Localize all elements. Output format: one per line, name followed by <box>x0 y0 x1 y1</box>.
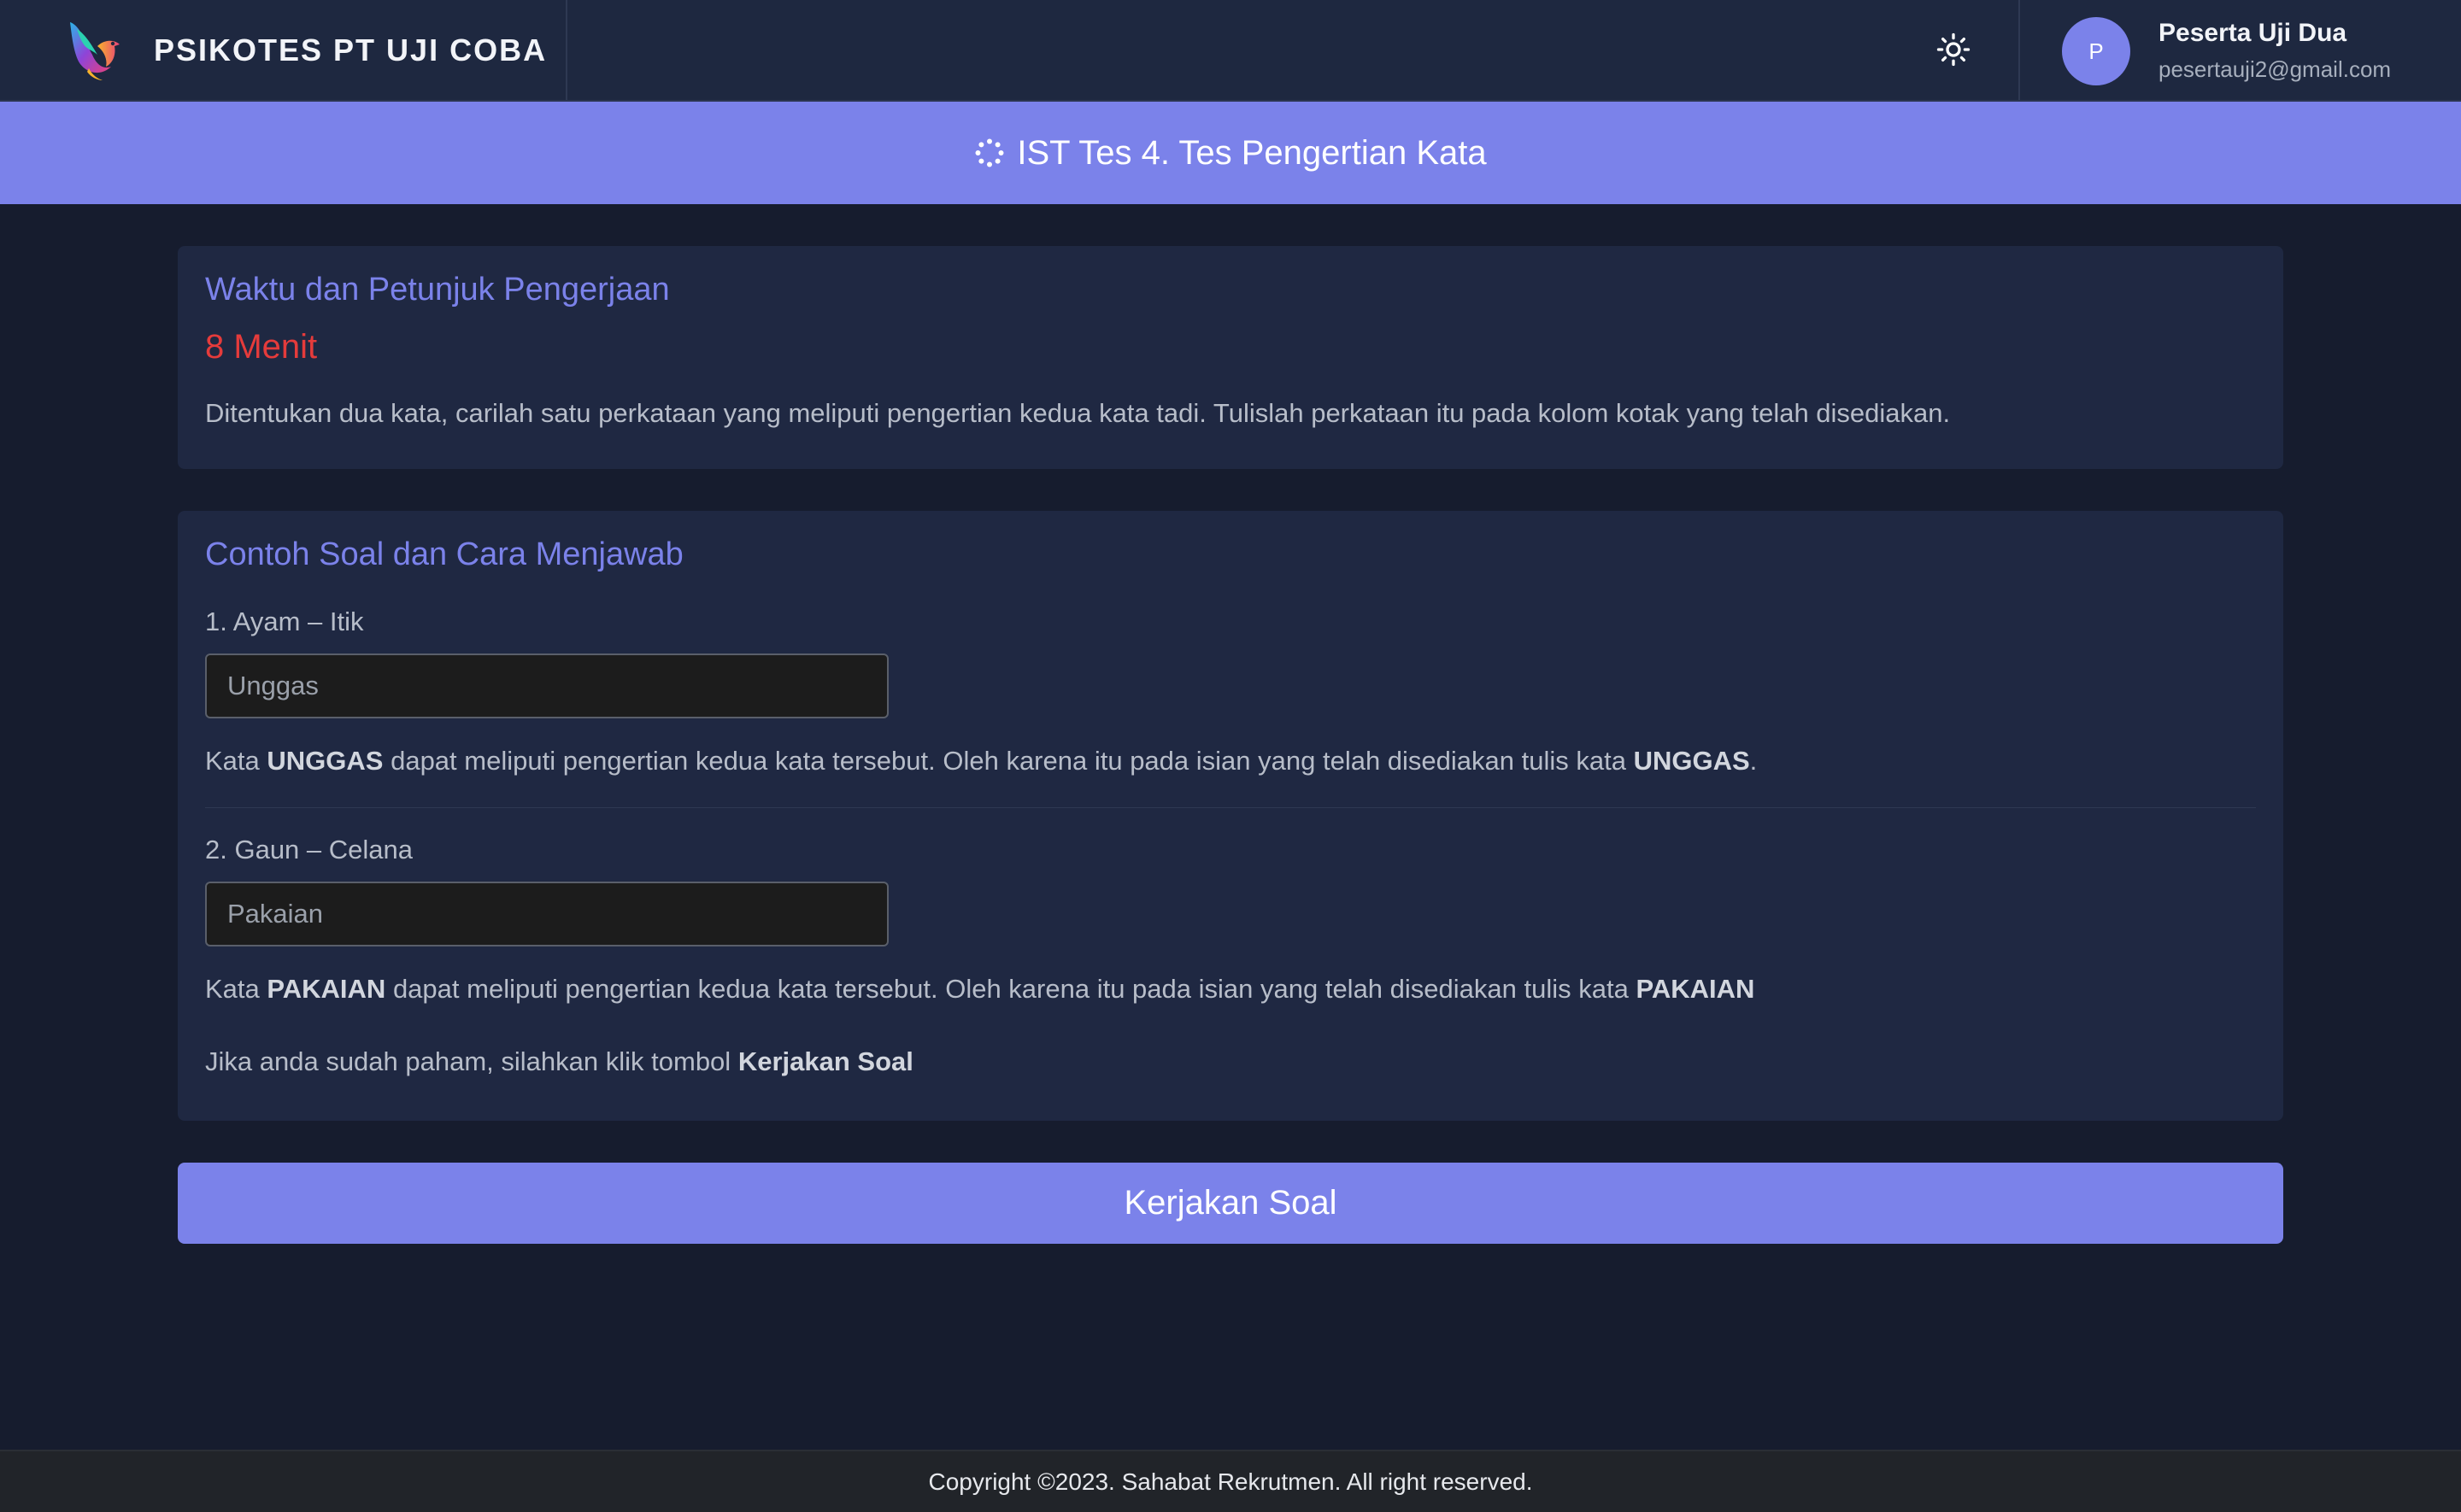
copyright-text: Copyright ©2023. Sahabat Rekrutmen. All … <box>928 1468 1533 1495</box>
top-navbar: PSIKOTES PT UJI COBA P Peserta Uji Dua p… <box>0 0 2461 102</box>
theme-toggle-button[interactable] <box>1933 29 1974 70</box>
examples-title: Contoh Soal dan Cara Menjawab <box>205 536 684 572</box>
example-explanation-1: Kata UNGGAS dapat meliputi pengertian ke… <box>205 746 1758 776</box>
examples-card: Contoh Soal dan Cara Menjawab 1. Ayam – … <box>178 511 2283 1121</box>
avatar[interactable]: P <box>2062 17 2130 85</box>
user-email: pesertauji2@gmail.com <box>2159 56 2392 82</box>
footer: Copyright ©2023. Sahabat Rekrutmen. All … <box>0 1450 2461 1512</box>
start-test-button[interactable]: Kerjakan Soal <box>178 1163 2283 1244</box>
example-answer-input-1[interactable] <box>205 653 889 718</box>
sun-icon <box>1936 32 1971 67</box>
instructions-card: Waktu dan Petunjuk Pengerjaan 8 Menit Di… <box>178 246 2283 469</box>
example-question-1: 1. Ayam – Itik <box>205 607 364 636</box>
duration: 8 Menit <box>205 328 318 366</box>
example-answer-input-2[interactable] <box>205 882 889 946</box>
closing-instruction: Jika anda sudah paham, silahkan klik tom… <box>205 1046 913 1076</box>
bird-logo-icon <box>70 22 120 80</box>
instructions-text: Ditentukan dua kata, carilah satu perkat… <box>205 398 1951 428</box>
example-question-2: 2. Gaun – Celana <box>205 835 414 864</box>
instructions-title: Waktu dan Petunjuk Pengerjaan <box>205 272 670 308</box>
test-title: IST Tes 4. Tes Pengertian Kata <box>1017 133 1487 172</box>
divider <box>205 807 2256 808</box>
user-menu[interactable]: P Peserta Uji Dua pesertauji2@gmail.com <box>2018 0 2461 100</box>
brand-name: PSIKOTES PT UJI COBA <box>154 32 548 67</box>
brand[interactable]: PSIKOTES PT UJI COBA <box>0 0 567 100</box>
user-name: Peserta Uji Dua <box>2159 19 2347 47</box>
example-explanation-2: Kata PAKAIAN dapat meliputi pengertian k… <box>205 974 1755 1004</box>
spinner-icon <box>974 138 1005 168</box>
test-title-banner: IST Tes 4. Tes Pengertian Kata <box>0 102 2461 204</box>
